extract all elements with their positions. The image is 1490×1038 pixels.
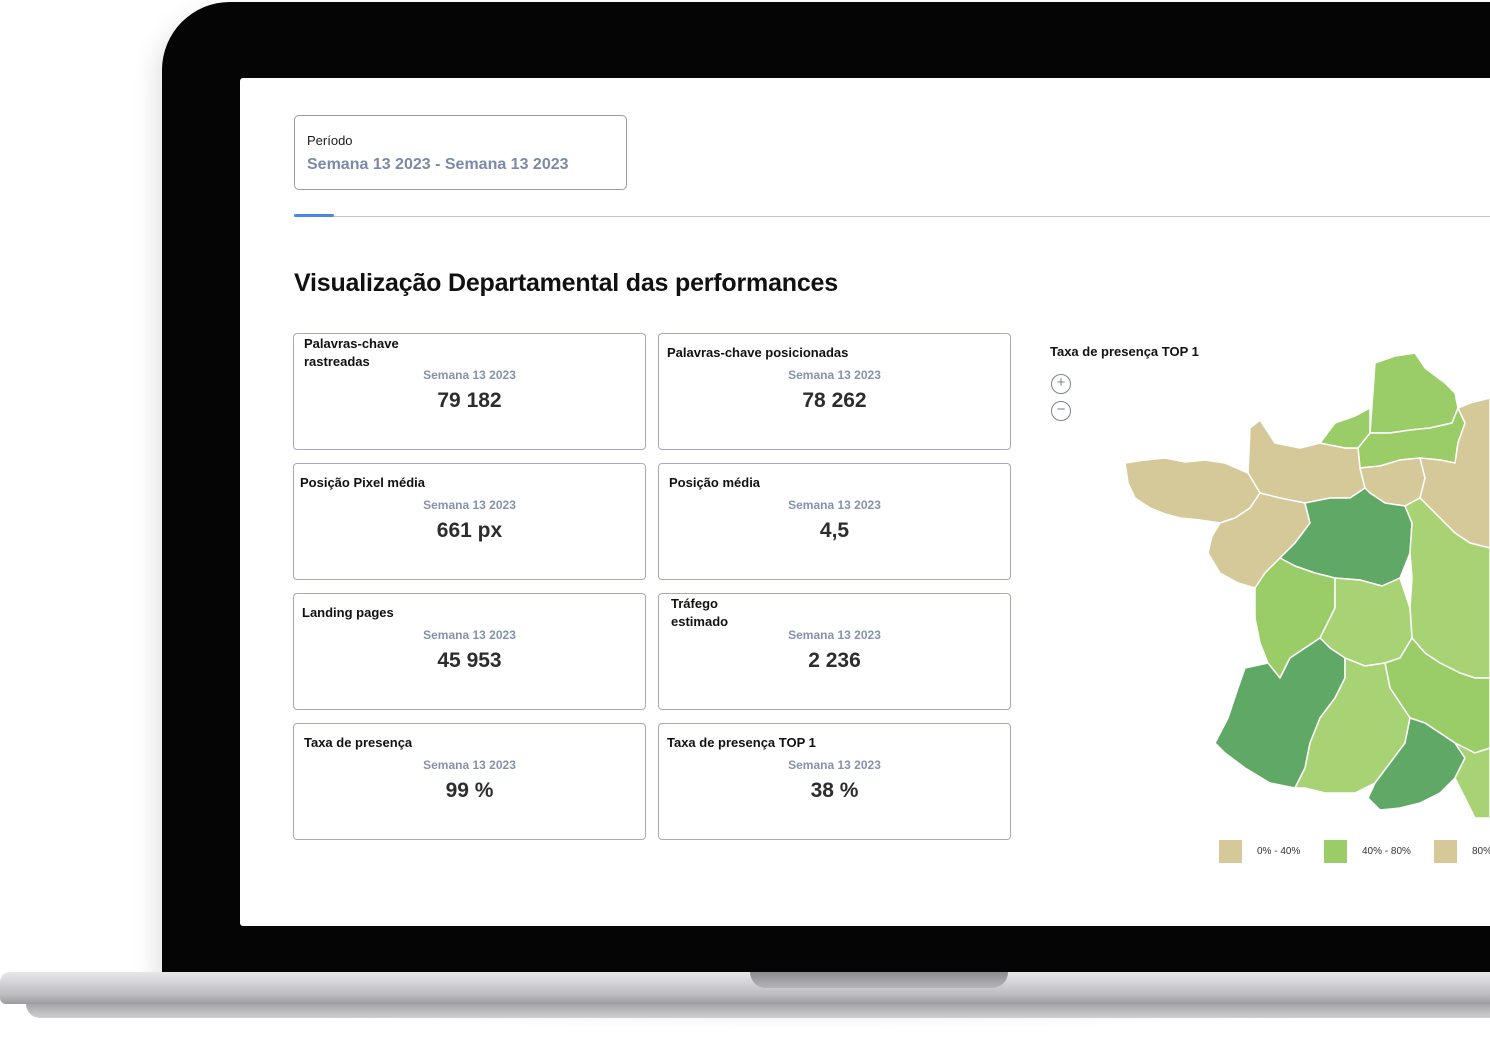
- kpi-card-presence-rate-top1: Taxa de presença TOP 1 Semana 13 2023 38…: [658, 723, 1011, 840]
- card-title: Posição Pixel média: [300, 475, 426, 490]
- card-title: Landing pages: [302, 605, 394, 620]
- card-value: 78 262: [802, 389, 867, 412]
- minus-icon: −: [1056, 401, 1066, 418]
- period-label: Período: [307, 133, 353, 148]
- section-title: Visualização Departamental das performan…: [294, 269, 838, 297]
- card-value: 99 %: [445, 779, 494, 802]
- region-hauts-de-france[interactable]: [1369, 352, 1459, 434]
- card-period: Semana 13 2023: [788, 758, 881, 772]
- laptop-base: [0, 972, 1490, 1004]
- card-title: Taxa de presença TOP 1: [667, 735, 816, 750]
- legend-swatch: [1219, 840, 1242, 863]
- zoom-out-button[interactable]: −: [1051, 401, 1071, 421]
- legend-label: 40% - 80%: [1362, 846, 1411, 857]
- card-value: 2 236: [808, 649, 861, 672]
- card-title: Tráfego estimado: [671, 596, 729, 629]
- laptop-notch: [750, 972, 1008, 988]
- legend-label: 80%: [1472, 846, 1490, 857]
- screen: Período Semana 13 2023 - Semana 13 2023 …: [240, 78, 1490, 926]
- period-selector[interactable]: Período Semana 13 2023 - Semana 13 2023: [294, 115, 627, 190]
- france-choropleth-map: [1124, 352, 1490, 818]
- period-value[interactable]: Semana 13 2023 - Semana 13 2023: [307, 156, 569, 174]
- card-period: Semana 13 2023: [423, 498, 516, 512]
- kpi-card-landing-pages: Landing pages Semana 13 2023 45 953: [293, 593, 646, 710]
- kpi-card-keywords-positioned: Palavras-chave posicionadas Semana 13 20…: [658, 333, 1011, 450]
- region-bretagne[interactable]: [1124, 457, 1261, 524]
- region-normandie-east[interactable]: [1319, 407, 1371, 449]
- tab-divider: [294, 216, 1490, 217]
- card-period: Semana 13 2023: [423, 628, 516, 642]
- card-period: Semana 13 2023: [788, 628, 881, 642]
- card-value: 45 953: [437, 649, 502, 672]
- card-value: 4,5: [819, 519, 850, 542]
- card-title: Taxa de presença: [304, 735, 413, 750]
- zoom-in-button[interactable]: +: [1051, 374, 1071, 394]
- card-value: 38 %: [810, 779, 859, 802]
- kpi-card-avg-position: Posição média Semana 13 2023 4,5: [658, 463, 1011, 580]
- plus-icon: +: [1056, 374, 1066, 391]
- card-title: Palavras-chave rastreadas: [304, 336, 399, 369]
- legend-swatch: [1434, 840, 1457, 863]
- card-value: 79 182: [437, 389, 502, 412]
- card-period: Semana 13 2023: [423, 368, 516, 382]
- active-tab-indicator[interactable]: [294, 214, 334, 217]
- legend-label: 0% - 40%: [1257, 846, 1301, 857]
- kpi-card-estimated-traffic: Tráfego estimado Semana 13 2023 2 236: [658, 593, 1011, 710]
- card-period: Semana 13 2023: [423, 758, 516, 772]
- card-title: Palavras-chave posicionadas: [667, 345, 849, 360]
- card-period: Semana 13 2023: [788, 498, 881, 512]
- kpi-card-keywords-tracked: Palavras-chave rastreadas Semana 13 2023…: [293, 333, 646, 450]
- card-period: Semana 13 2023: [788, 368, 881, 382]
- card-title: Posição média: [669, 475, 761, 490]
- kpi-card-avg-pixel-position: Posição Pixel média Semana 13 2023 661 p…: [293, 463, 646, 580]
- card-value: 661 px: [436, 519, 503, 542]
- kpi-card-presence-rate: Taxa de presença Semana 13 2023 99 %: [293, 723, 646, 840]
- legend-swatch: [1324, 840, 1347, 863]
- laptop-base-bottom: [26, 1004, 1490, 1018]
